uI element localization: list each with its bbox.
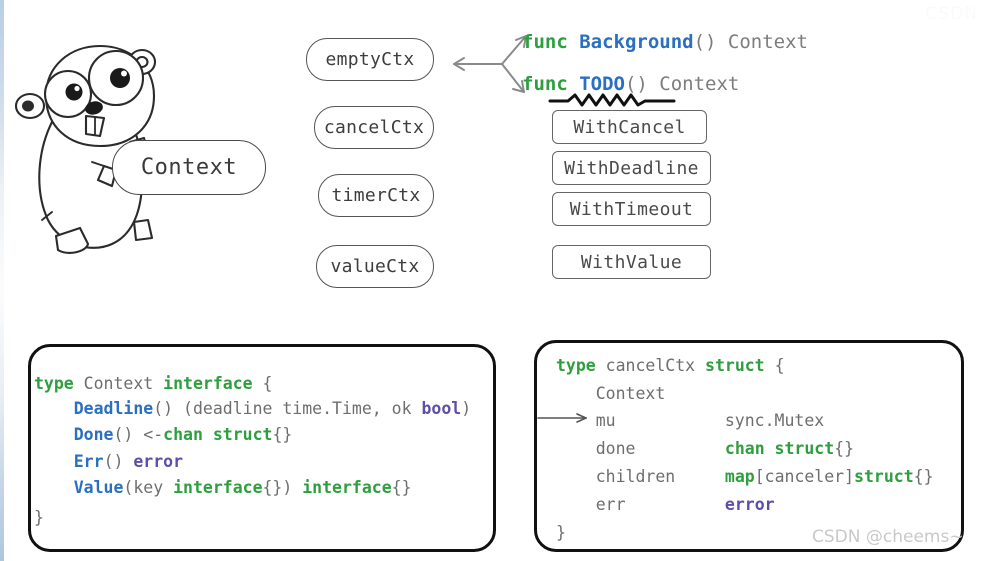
code-token: Err (73, 452, 104, 471)
cancelctx-struct-line-6: } (556, 523, 566, 542)
code-token: bool (421, 399, 462, 418)
code-token: cancelCtx (605, 356, 706, 375)
code-token: error (724, 495, 775, 514)
cancelctx-struct-line-0: type cancelCtx struct { (556, 356, 785, 375)
code-token: } (34, 508, 44, 527)
with-box-withtimeout[interactable]: WithTimeout (552, 192, 711, 226)
csdn-watermark: CSDN @cheems~ (812, 527, 964, 547)
ctx-pill-emptyctx[interactable]: emptyCtx (306, 38, 434, 81)
ctx-pill-cancelctx[interactable]: cancelCtx (314, 106, 434, 149)
code-token: mu sync.Mutex (556, 411, 825, 430)
cancelctx-struct-line-3: done chan struct{} (556, 439, 855, 458)
left-edge-strip (0, 0, 4, 561)
context-interface-line-1: Deadline() (deadline time.Time, ok bool) (34, 399, 472, 418)
context-interface-line-5: } (34, 508, 44, 527)
code-token: children (556, 467, 725, 486)
code-token: Context (556, 384, 666, 403)
with-box-withdeadline[interactable]: WithDeadline (552, 151, 711, 185)
func-keyword: func (522, 31, 568, 53)
code-token: Deadline (73, 399, 154, 418)
code-token: () (deadline time.Time, ok (153, 399, 422, 418)
code-token: ) (461, 399, 472, 418)
with-box-label: WithDeadline (564, 157, 699, 179)
code-token: {} (913, 467, 934, 486)
diagram-canvas: Context emptyCtx cancelCtx timerCtx valu… (0, 0, 986, 561)
code-token: {} (834, 439, 855, 458)
cancelctx-struct-line-2: mu sync.Mutex (556, 411, 825, 430)
context-bubble-label: Context (140, 155, 238, 180)
context-interface-line-4: Value(key interface{}) interface{} (34, 478, 412, 497)
code-token: { (262, 374, 273, 393)
context-interface-line-2: Done() <-chan struct{} (34, 425, 293, 444)
ctx-pill-label: valueCtx (330, 256, 420, 277)
code-token: map (724, 467, 755, 486)
code-token: type (34, 374, 84, 393)
code-token: {} (391, 478, 412, 497)
with-box-label: WithTimeout (569, 198, 694, 220)
code-token: } (556, 523, 566, 542)
code-token: type (556, 356, 606, 375)
code-token: Context (83, 374, 164, 393)
ctx-pill-label: cancelCtx (323, 117, 425, 138)
code-token: Value (73, 478, 124, 497)
mu-field-pointer-arrow-icon (536, 410, 592, 424)
cancelctx-struct-line-4: children map[canceler]struct{} (556, 467, 934, 486)
ctx-pill-label: timerCtx (331, 185, 421, 206)
code-token: error (133, 452, 184, 471)
code-token: struct (854, 467, 914, 486)
code-token: () (103, 452, 134, 471)
func-signature: () Context (693, 31, 808, 53)
func-name: Background (579, 31, 694, 53)
ctx-pill-valuectx[interactable]: valueCtx (316, 245, 434, 288)
code-token: {} (272, 425, 293, 444)
code-token: struct (705, 356, 775, 375)
func-background-declaration: func Background() Context (522, 31, 808, 53)
cancelctx-struct-line-1: Context (556, 384, 666, 403)
code-token: () <- (113, 425, 164, 444)
code-token: done (556, 439, 725, 458)
with-box-label: WithValue (580, 251, 683, 273)
code-token: chan struct (724, 439, 835, 458)
code-token: interface (173, 478, 263, 497)
cancelctx-struct-line-5: err error (556, 495, 775, 514)
code-token: err (556, 495, 725, 514)
ctx-pill-timerctx[interactable]: timerCtx (318, 174, 434, 217)
corner-watermark: CSDN (925, 4, 978, 24)
code-token: {}) (262, 478, 303, 497)
context-interface-line-0: type Context interface { (34, 374, 273, 393)
code-token: interface (302, 478, 392, 497)
context-interface-line-3: Err() error (34, 452, 184, 471)
code-token: [canceler] (754, 467, 855, 486)
with-box-withcancel[interactable]: WithCancel (552, 110, 707, 144)
ctx-pill-label: emptyCtx (325, 49, 415, 70)
code-token: { (774, 356, 785, 375)
with-box-withvalue[interactable]: WithValue (552, 245, 711, 279)
code-token: Done (73, 425, 114, 444)
todo-squiggle-underline-icon (548, 92, 676, 107)
code-token: chan struct (163, 425, 273, 444)
context-bubble: Context (112, 140, 266, 195)
code-token: (key (123, 478, 174, 497)
code-token: interface (163, 374, 263, 393)
with-box-label: WithCancel (573, 116, 686, 138)
